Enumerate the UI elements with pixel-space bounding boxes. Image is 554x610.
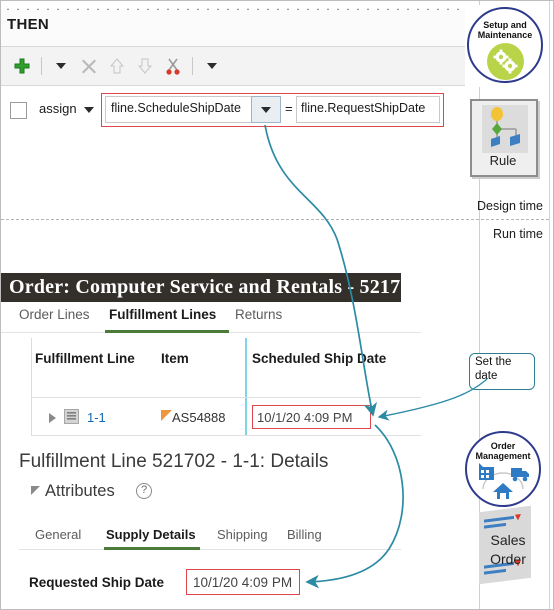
delete-icon[interactable] (76, 53, 102, 79)
table-header-rule (31, 397, 421, 398)
list-icon[interactable] (64, 409, 79, 424)
then-section-bar (1, 10, 479, 47)
details-tabs-rule (19, 549, 401, 550)
order-management-line1: Order (490, 441, 516, 451)
tab-returns[interactable]: Returns (235, 307, 282, 322)
add-icon[interactable] (9, 53, 35, 79)
table-left-border (31, 338, 32, 436)
assign-row-checkbox[interactable] (10, 102, 27, 119)
tab-supply-details[interactable]: Supply Details (106, 527, 196, 542)
table-column-divider (245, 338, 247, 436)
setup-badge-line2: Maintenance (477, 30, 533, 40)
column-header-scheduled-ship-date: Scheduled Ship Date (252, 351, 387, 366)
sales-order-line1: Sales (490, 532, 526, 548)
column-header-item: Item (161, 351, 189, 366)
sales-order-line2: Order (490, 551, 526, 567)
assign-rhs-value: fline.RequestShipDate (301, 101, 426, 115)
assign-lhs-dropdown-button[interactable] (251, 96, 281, 123)
assign-action-label: assign (39, 101, 77, 116)
requested-ship-date-value: 10/1/20 4:09 PM (193, 575, 293, 590)
tab-general[interactable]: General (35, 527, 81, 542)
help-icon[interactable]: ? (136, 483, 152, 499)
details-title: Fulfillment Line 521702 - 1-1: Details (19, 451, 329, 472)
details-tab-active-indicator (104, 547, 200, 550)
add-dropdown-caret-icon[interactable] (48, 53, 74, 79)
cut-icon[interactable] (160, 53, 186, 79)
chevron-down-icon (261, 106, 271, 113)
tab-billing[interactable]: Billing (287, 527, 322, 542)
screenshot-root: THEN assign fline.ScheduleShipDate = fli… (0, 0, 554, 610)
gears-icon (487, 43, 524, 80)
column-header-fulfillment-line: Fulfillment Line (35, 351, 135, 366)
rule-tree-icon (482, 105, 528, 153)
rule-toolbar (1, 47, 479, 86)
toolbar-divider-1 (41, 57, 42, 75)
toolbar-divider-2 (192, 57, 193, 75)
dotted-separator (1, 1, 479, 10)
fulfillment-line-link[interactable]: 1-1 (87, 410, 106, 425)
callout-line2: date (475, 370, 498, 382)
assign-action-caret-icon[interactable] (84, 107, 94, 113)
design-run-time-divider (1, 219, 549, 220)
tab-active-indicator (105, 330, 229, 333)
rule-badge-label: Rule (489, 153, 517, 168)
orange-flag-icon (161, 410, 172, 421)
rail-inner-divider (549, 1, 550, 609)
item-value: AS54888 (172, 410, 226, 425)
move-up-icon[interactable] (104, 53, 130, 79)
requested-ship-date-label: Requested Ship Date (29, 575, 165, 590)
setup-badge-line1: Setup and (483, 20, 527, 30)
order-management-line2: Management (475, 451, 531, 461)
scheduled-ship-date-value: 10/1/20 4:09 PM (257, 410, 353, 425)
cut-dropdown-caret-icon[interactable] (199, 53, 225, 79)
tab-order-lines[interactable]: Order Lines (19, 307, 90, 322)
assign-lhs-value: fline.ScheduleShipDate (111, 101, 241, 115)
assign-operator: = (285, 101, 293, 116)
then-label: THEN (7, 16, 50, 33)
design-time-label: Design time (477, 199, 543, 213)
attributes-label: Attributes (45, 482, 115, 500)
table-bottom-rule (31, 435, 421, 436)
run-time-label: Run time (492, 227, 543, 241)
page-title: Order: Computer Service and Rentals - 52… (9, 276, 421, 298)
move-down-icon[interactable] (132, 53, 158, 79)
supply-chain-icon (475, 461, 531, 501)
arrow-scheduled-to-requested-date (305, 424, 404, 589)
expand-triangle-icon[interactable] (49, 413, 56, 423)
collapse-triangle-icon[interactable] (31, 486, 40, 495)
tab-shipping[interactable]: Shipping (217, 527, 268, 542)
tab-fulfillment-lines[interactable]: Fulfillment Lines (109, 307, 216, 322)
callout-line1: Set the (475, 356, 512, 368)
